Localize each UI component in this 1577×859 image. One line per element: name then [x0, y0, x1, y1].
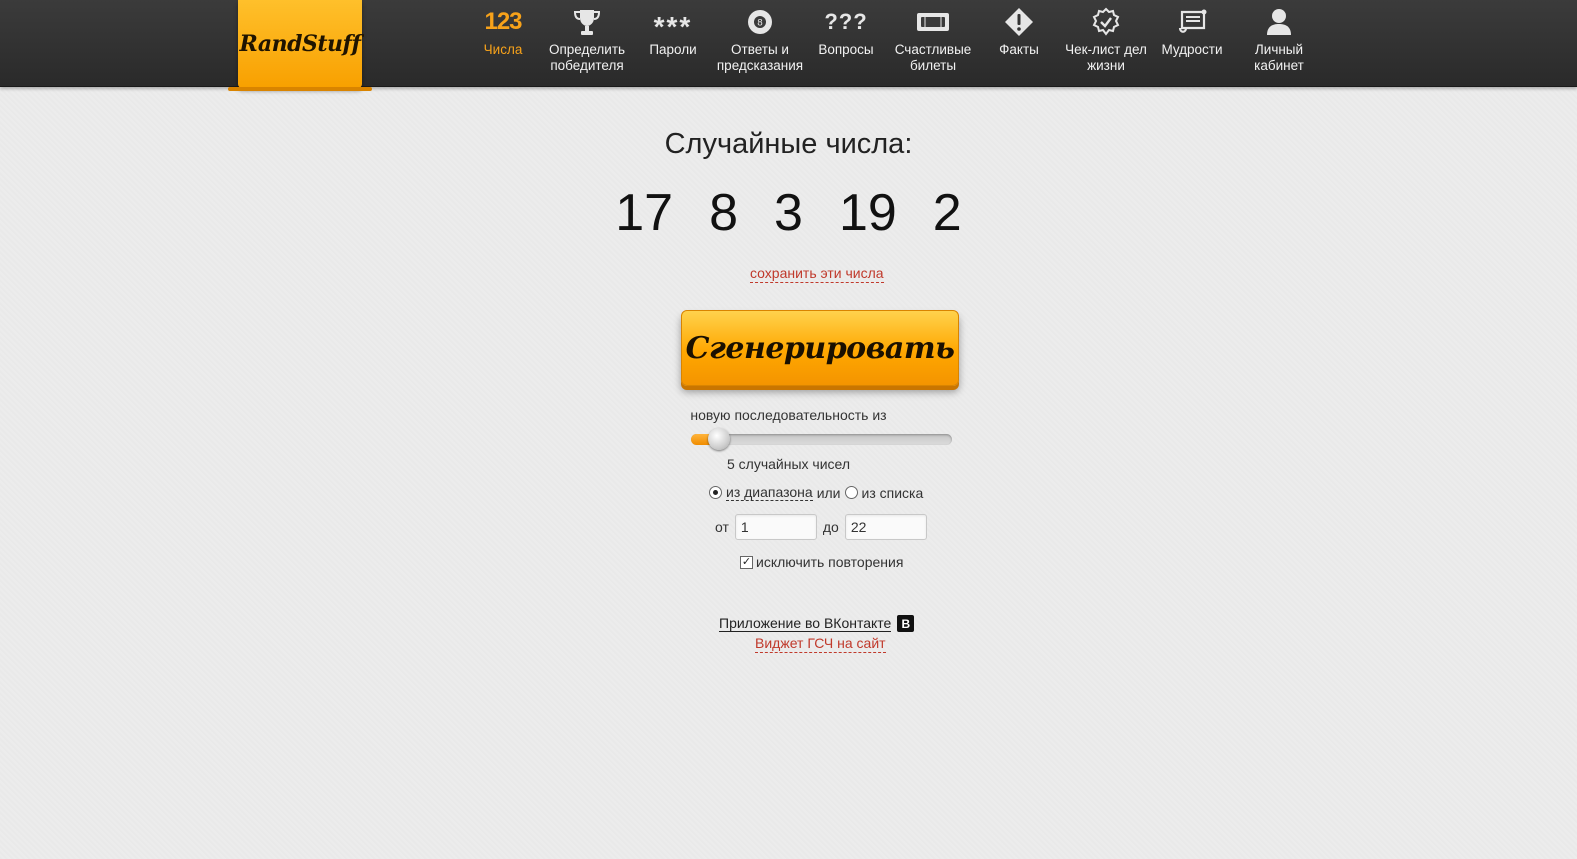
- radio-or-text: или: [816, 484, 841, 501]
- count-label: 5 случайных чисел: [726, 456, 851, 472]
- nav-item-label: Пароли: [649, 42, 697, 57]
- nav-item-wisdom[interactable]: Мудрости: [1147, 0, 1237, 87]
- logo-text: RandStuff: [239, 31, 361, 57]
- slider-handle[interactable]: [708, 428, 731, 450]
- source-selector: из диапазона или из списка: [709, 484, 923, 501]
- radio-list-label[interactable]: из списка: [862, 485, 924, 501]
- password-icon: ***: [653, 11, 693, 42]
- generate-button[interactable]: Сгенерировать: [681, 310, 959, 386]
- from-label: от: [715, 519, 729, 535]
- randstuff-logo[interactable]: RandStuff: [228, 0, 372, 91]
- radio-range-label[interactable]: из диапазона: [726, 484, 813, 501]
- result-number: 19: [838, 184, 897, 242]
- sequence-label: новую последовательность из: [690, 407, 887, 423]
- vk-app-link-text: Приложение во ВКонтакте: [719, 615, 892, 632]
- top-navigation-bar: RandStuff 123 Числа Определить победител…: [0, 0, 1577, 91]
- nav-item-label: Факты: [999, 42, 1039, 57]
- nav-item-account[interactable]: Личный кабинет: [1234, 0, 1324, 87]
- result-number: 17: [615, 184, 674, 242]
- ticket-icon: [888, 0, 978, 44]
- to-input[interactable]: [844, 514, 927, 540]
- exclude-repeats-option: ✓ исключить повторения: [740, 554, 903, 570]
- result-number: 8: [709, 184, 739, 242]
- radio-range[interactable]: [709, 486, 722, 499]
- questions-icon: ???: [824, 9, 868, 34]
- numbers-icon: 123: [484, 8, 522, 35]
- radio-list[interactable]: [844, 486, 858, 499]
- save-numbers-link[interactable]: сохранить эти числа: [750, 265, 884, 283]
- exclude-repeats-checkbox[interactable]: ✓: [740, 555, 753, 569]
- widget-link[interactable]: Виджет ГСЧ на сайт: [755, 635, 886, 653]
- result-number: 3: [774, 184, 803, 242]
- to-label: до: [822, 519, 839, 535]
- nav-item-label: Личный кабинет: [1254, 42, 1304, 73]
- result-number: 2: [932, 184, 962, 242]
- nav-item-label: Определить победителя: [548, 42, 626, 73]
- magic-8-ball-icon: 8: [715, 0, 805, 44]
- range-inputs: от до: [715, 514, 927, 540]
- nav-item-label: Числа: [483, 42, 523, 57]
- nav-item-numbers[interactable]: 123 Числа: [458, 0, 548, 87]
- random-numbers-result: 17 8 3 19 2: [0, 183, 1577, 243]
- exclamation-icon: [974, 0, 1064, 44]
- page-title: Случайные числа:: [664, 128, 913, 160]
- nav-item-passwords[interactable]: *** Пароли: [628, 0, 718, 87]
- vk-app-link[interactable]: Приложение во ВКонтакте B: [719, 615, 915, 632]
- nav-item-label: Чек-лист дел жизни: [1065, 42, 1147, 73]
- user-icon: [1234, 0, 1324, 44]
- from-input[interactable]: [734, 514, 817, 540]
- checkmark-badge-icon: [1061, 0, 1151, 44]
- nav-item-label: Ответы и предсказания: [716, 42, 804, 73]
- nav-item-questions[interactable]: ??? Вопросы: [801, 0, 891, 87]
- vk-icon: B: [897, 615, 915, 632]
- nav-item-label: Вопросы: [818, 42, 874, 57]
- exclude-repeats-label[interactable]: исключить повторения: [756, 554, 903, 570]
- trophy-icon: [542, 0, 632, 44]
- nav-item-winner[interactable]: Определить победителя: [542, 0, 632, 87]
- generate-button-label: Сгенерировать: [685, 330, 955, 366]
- nav-item-answers[interactable]: 8 Ответы и предсказания: [715, 0, 805, 87]
- svg-text:8: 8: [757, 19, 763, 29]
- count-slider[interactable]: [691, 428, 952, 450]
- nav-item-facts[interactable]: Факты: [974, 0, 1064, 87]
- nav-item-label: Счастливые билеты: [894, 42, 972, 73]
- nav-item-checklist[interactable]: Чек-лист дел жизни: [1061, 0, 1151, 87]
- scroll-icon: [1147, 0, 1237, 44]
- nav-item-tickets[interactable]: Счастливые билеты: [888, 0, 978, 87]
- nav-item-label: Мудрости: [1161, 42, 1223, 57]
